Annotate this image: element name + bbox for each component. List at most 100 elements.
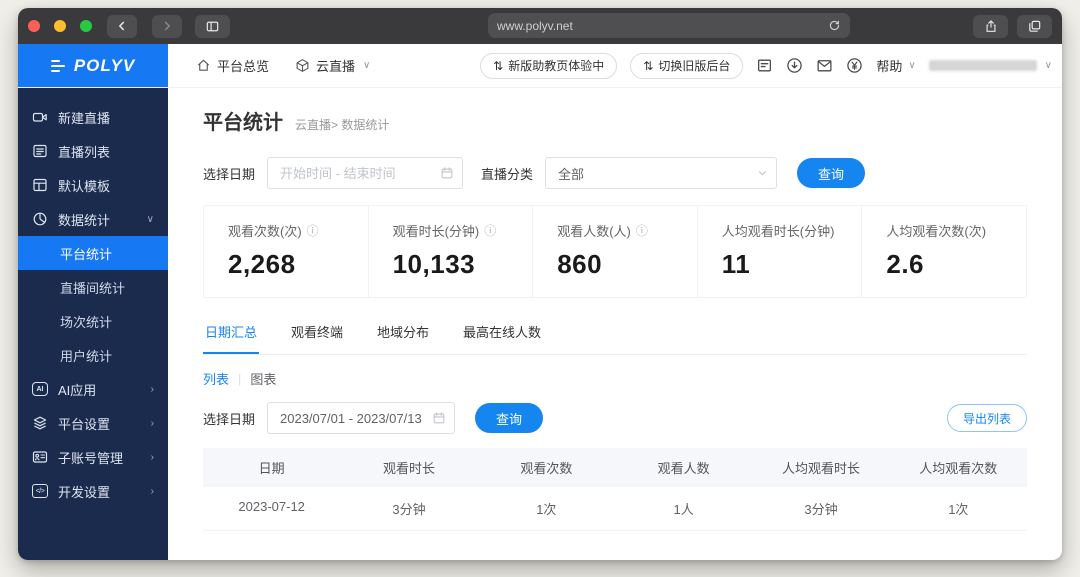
template-icon bbox=[33, 178, 47, 192]
info-icon[interactable]: ⓘ bbox=[307, 222, 319, 239]
swap-icon: ⇅ bbox=[493, 58, 504, 73]
reload-button[interactable] bbox=[828, 19, 841, 32]
form-icon bbox=[758, 59, 772, 72]
sidebar-subitem-user-statistics[interactable]: 用户统计 bbox=[18, 338, 168, 372]
chevron-down-icon: ∨ bbox=[908, 60, 916, 71]
interaction-statistics-heading: 互动统计 bbox=[203, 551, 1027, 560]
sidebar-item-default-template[interactable]: 默认模板 bbox=[18, 168, 168, 202]
sidebar-icon bbox=[206, 21, 219, 31]
date-range-input-2[interactable] bbox=[267, 402, 456, 434]
sidebar-subitem-platform-statistics[interactable]: 平台统计 bbox=[18, 236, 168, 270]
col-header-avg-views: 人均观看次数 bbox=[919, 461, 998, 476]
view-toggle: 列表 | 图表 bbox=[203, 369, 1027, 388]
calendar-icon[interactable] bbox=[440, 166, 454, 180]
download-button[interactable] bbox=[786, 57, 803, 74]
download-icon bbox=[787, 58, 803, 73]
stat-value: 2.6 bbox=[886, 249, 925, 279]
mail-icon bbox=[817, 60, 832, 72]
form-button[interactable] bbox=[756, 57, 773, 74]
sidebar-item-live-list[interactable]: 直播列表 bbox=[18, 134, 168, 168]
tab-max-online[interactable]: 最高在线人数 bbox=[461, 316, 543, 354]
nav-platform-overview[interactable]: 平台总览 bbox=[196, 56, 269, 75]
chevron-down-icon: ∨ bbox=[1044, 60, 1052, 71]
col-header-views: 观看次数 bbox=[520, 461, 573, 476]
sidebar-item-developer-settings[interactable]: </> 开发设置 › bbox=[18, 474, 168, 508]
help-menu[interactable]: 帮助 ∨ bbox=[876, 56, 915, 75]
calendar-icon[interactable] bbox=[432, 411, 446, 425]
sidebar-item-new-live[interactable]: 新建直播 bbox=[18, 100, 168, 134]
cell-avg-duration: 3分钟 bbox=[804, 502, 838, 517]
url-text: www.polyv.net bbox=[497, 18, 573, 33]
forward-arrow-icon bbox=[164, 21, 170, 31]
share-button[interactable] bbox=[973, 14, 1008, 38]
tab-view-terminal[interactable]: 观看终端 bbox=[289, 316, 345, 354]
info-icon[interactable]: ⓘ bbox=[636, 222, 648, 239]
table-header-row: 日期 观看时长 观看次数 观看人数 人均观看时长 人均观看次数 bbox=[203, 448, 1027, 487]
video-camera-icon bbox=[32, 112, 47, 122]
page-title: 平台统计 bbox=[203, 112, 283, 134]
chevron-right-icon: › bbox=[150, 383, 154, 395]
sidebar: 新建直播 直播列表 默认模板 数据统计 ∨ 平台统计 直播间统计 场次统计 用户… bbox=[18, 88, 168, 560]
sidebar-item-subaccount-management[interactable]: 子账号管理 › bbox=[18, 440, 168, 474]
stat-viewer-count: 观看人数(人) ⓘ 860 bbox=[532, 206, 697, 297]
logo[interactable]: POLYV bbox=[18, 44, 168, 87]
share-icon bbox=[985, 19, 996, 32]
tab-region-distribution[interactable]: 地域分布 bbox=[375, 316, 431, 354]
date-filter-label: 选择日期 bbox=[203, 166, 256, 182]
view-list-link[interactable]: 列表 bbox=[203, 369, 229, 388]
zoom-window-button[interactable] bbox=[80, 20, 92, 32]
stat-value: 10,133 bbox=[392, 249, 476, 279]
view-chart-link[interactable]: 图表 bbox=[250, 369, 276, 388]
sidebar-item-platform-settings[interactable]: 平台设置 › bbox=[18, 406, 168, 440]
nav-cloud-live[interactable]: 云直播 ∨ bbox=[295, 56, 370, 75]
forward-button[interactable] bbox=[152, 14, 182, 38]
minimize-window-button[interactable] bbox=[54, 20, 66, 32]
url-field[interactable]: www.polyv.net bbox=[488, 13, 850, 38]
sidebar-subitem-session-statistics[interactable]: 场次统计 bbox=[18, 304, 168, 338]
tabs-icon bbox=[1029, 20, 1041, 32]
category-select[interactable]: 全部 bbox=[545, 157, 778, 189]
date-range-input[interactable] bbox=[267, 157, 464, 189]
tab-date-summary[interactable]: 日期汇总 bbox=[203, 316, 260, 354]
switch-old-version-button[interactable]: ⇅ 切换旧版后台 bbox=[630, 52, 744, 79]
search-button[interactable]: 查询 bbox=[797, 158, 866, 188]
stats-summary: 观看次数(次) ⓘ 2,268 观看时长(分钟) ⓘ 10,133 观看人数(人) ⓘ… bbox=[203, 205, 1027, 298]
category-filter-label: 直播分类 bbox=[481, 166, 534, 182]
account-menu[interactable]: ∨ bbox=[928, 60, 1052, 71]
new-version-pill-button[interactable]: ⇅ 新版助教页体验中 bbox=[480, 52, 618, 79]
sidebar-item-ai-apps[interactable]: AI AI应用 › bbox=[18, 372, 168, 406]
chevron-down-icon: ∨ bbox=[363, 60, 371, 71]
id-card-icon bbox=[32, 451, 48, 463]
stat-view-count: 观看次数(次) ⓘ 2,268 bbox=[204, 206, 368, 297]
browser-window: www.polyv.net POLYV 平台总览 云直播 ∨ ⇅ 新版助教页体验… bbox=[18, 8, 1062, 560]
search-button-2[interactable]: 查询 bbox=[475, 403, 544, 433]
sidebar-item-data-statistics[interactable]: 数据统计 ∨ bbox=[18, 202, 168, 236]
cell-viewers: 1人 bbox=[673, 502, 694, 517]
chevron-right-icon: › bbox=[150, 417, 154, 429]
chevron-right-icon: › bbox=[150, 485, 154, 497]
reload-icon bbox=[829, 20, 840, 31]
export-list-button[interactable]: 导出列表 bbox=[946, 404, 1027, 432]
billing-button[interactable] bbox=[846, 57, 863, 74]
col-header-duration: 观看时长 bbox=[382, 461, 435, 476]
cell-views: 1次 bbox=[536, 502, 557, 517]
info-icon[interactable]: ⓘ bbox=[484, 222, 496, 239]
currency-icon bbox=[847, 58, 863, 73]
back-arrow-icon bbox=[119, 21, 125, 31]
swap-icon: ⇅ bbox=[643, 58, 654, 73]
tab-overview-button[interactable] bbox=[1017, 14, 1052, 38]
home-icon bbox=[197, 59, 210, 71]
date-filter-label: 选择日期 bbox=[203, 411, 256, 427]
chevron-down-icon bbox=[757, 168, 768, 179]
divider: | bbox=[238, 371, 242, 386]
close-window-button[interactable] bbox=[28, 20, 40, 32]
menu-collapse-icon[interactable] bbox=[50, 59, 65, 72]
col-header-viewers: 观看人数 bbox=[657, 461, 710, 476]
app-header: POLYV 平台总览 云直播 ∨ ⇅ 新版助教页体验中 ⇅ 切换旧版后台 帮助 … bbox=[18, 44, 1062, 88]
messages-button[interactable] bbox=[816, 57, 833, 74]
cube-icon bbox=[296, 59, 309, 72]
sidebar-subitem-room-statistics[interactable]: 直播间统计 bbox=[18, 270, 168, 304]
ai-icon: AI bbox=[32, 382, 48, 396]
back-button[interactable] bbox=[107, 14, 137, 38]
sidebar-toggle-button[interactable] bbox=[195, 14, 230, 38]
